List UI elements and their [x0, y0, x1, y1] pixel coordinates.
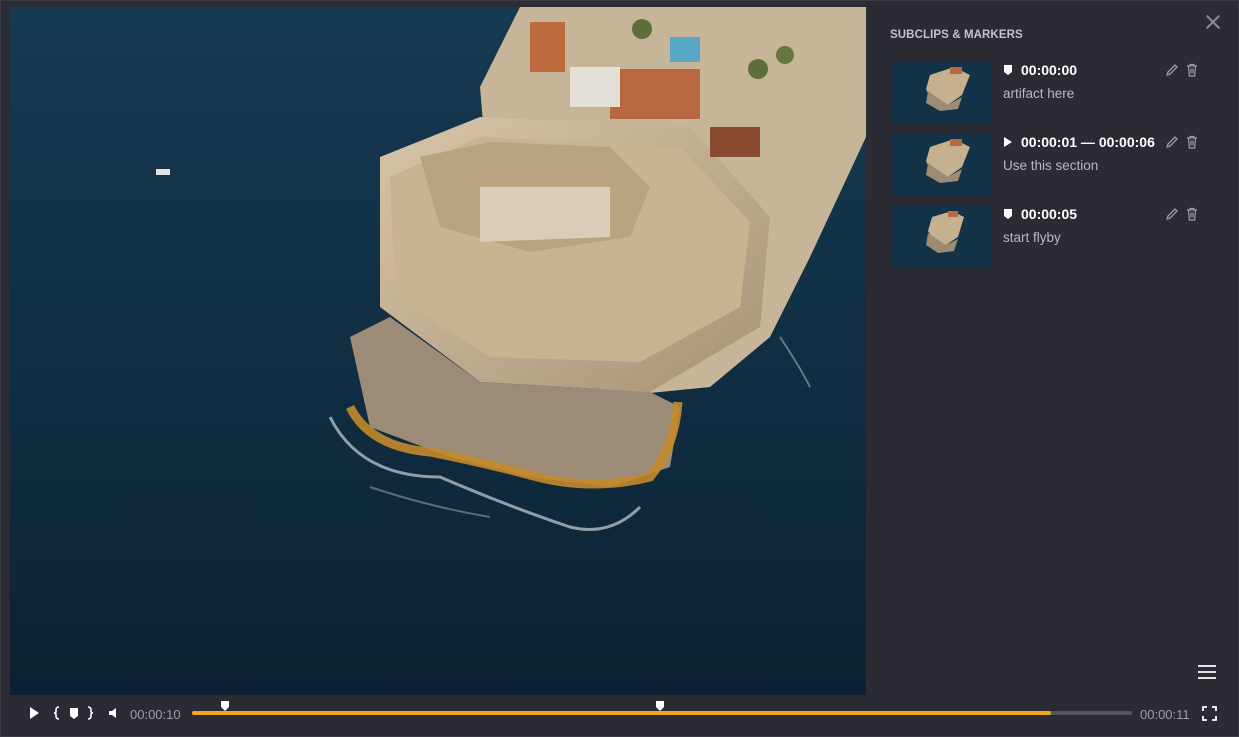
timeline-marker-pin[interactable] [655, 699, 665, 711]
duration: 00:00:11 [1140, 707, 1190, 722]
menu-icon[interactable] [1198, 664, 1216, 680]
timeline-track[interactable] [192, 701, 1132, 715]
item-timecode: 00:00:01 — 00:00:06 [1021, 134, 1155, 150]
subclips-modal: SUBCLIPS & MARKERS 00:00:00 artifact her… [0, 0, 1239, 737]
item-timecode: 00:00:05 [1021, 206, 1078, 222]
aerial-fort-image [10, 7, 866, 695]
edit-icon[interactable] [1165, 207, 1179, 221]
item-note: start flyby [1003, 230, 1061, 245]
thumbnail[interactable] [892, 61, 992, 123]
volume-icon [109, 708, 116, 718]
close-icon[interactable] [1201, 10, 1225, 34]
fullscreen-icon [1202, 706, 1217, 721]
fullscreen-button[interactable] [1202, 706, 1217, 726]
item-header: 00:00:00 [1003, 61, 1077, 79]
thumbnail[interactable] [892, 205, 992, 267]
marker-item[interactable]: 00:00:05 start flyby [892, 205, 1222, 269]
marker-icon [1003, 207, 1015, 221]
marker-icon [1003, 63, 1015, 77]
subclip-end-button[interactable] [86, 706, 94, 725]
item-note: Use this section [1003, 158, 1099, 173]
play-button[interactable] [28, 706, 40, 725]
add-marker-button[interactable] [69, 706, 79, 725]
player-controls: 00:00:10 00:00:11 [10, 695, 1233, 731]
brace-open-icon [53, 706, 60, 720]
current-time: 00:00:10 [130, 707, 181, 722]
video-frame[interactable] [10, 7, 866, 695]
trash-icon[interactable] [1185, 135, 1199, 149]
volume-button[interactable] [108, 706, 122, 725]
timeline-progress [192, 711, 1052, 715]
trash-icon[interactable] [1185, 63, 1199, 77]
trash-icon[interactable] [1185, 207, 1199, 221]
subclip-item[interactable]: 00:00:01 — 00:00:06 Use this section [892, 133, 1222, 197]
marker-item[interactable]: 00:00:00 artifact here [892, 61, 1222, 125]
edit-icon[interactable] [1165, 63, 1179, 77]
subclips-panel: SUBCLIPS & MARKERS 00:00:00 artifact her… [866, 7, 1233, 695]
brace-close-icon [87, 706, 94, 720]
item-timecode: 00:00:00 [1021, 62, 1078, 78]
play-icon[interactable] [1003, 135, 1015, 149]
panel-title: SUBCLIPS & MARKERS [890, 29, 1023, 41]
item-note: artifact here [1003, 86, 1075, 101]
subclip-start-button[interactable] [53, 706, 61, 725]
play-icon [30, 707, 39, 719]
thumbnail[interactable] [892, 133, 992, 195]
marker-icon [70, 708, 78, 719]
item-header: 00:00:01 — 00:00:06 [1003, 133, 1155, 151]
edit-icon[interactable] [1165, 135, 1179, 149]
timeline-marker-pin[interactable] [220, 699, 230, 711]
item-header: 00:00:05 [1003, 205, 1077, 223]
